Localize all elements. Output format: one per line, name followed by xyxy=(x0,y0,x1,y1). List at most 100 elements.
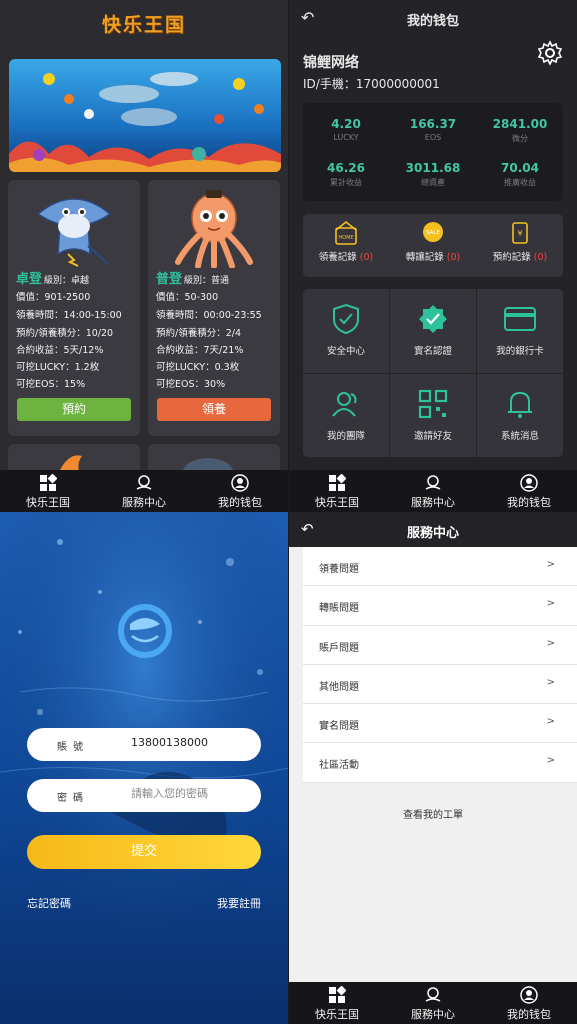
user-name: 锦鲤网络 xyxy=(303,55,359,71)
feature-grid: 安全中心 實名認證 我的銀行卡 我的團隊 邀請好友 系統消息 xyxy=(303,289,563,457)
octopus-mascot xyxy=(148,184,280,269)
stat-promo-income: 70.04 推廣收益 xyxy=(501,161,539,187)
bottom-tab-bar: 快乐王国 服務中心 我的钱包 xyxy=(289,470,577,512)
hand-coin-icon xyxy=(136,475,152,490)
transfer-records[interactable]: SALE 轉讓記錄 (0) xyxy=(390,220,476,263)
ocean-background xyxy=(0,512,288,1024)
pet-card-2: 普登 級別：普通 價值：50-300 領養時間：00:00-23:55 預約/領養… xyxy=(148,180,280,436)
aquarium-banner[interactable] xyxy=(9,59,281,172)
card-level: 級別：普通 xyxy=(184,276,230,286)
card-lucky: 可挖LUCKY：0.3枚 xyxy=(156,362,240,373)
manta-ray-mascot xyxy=(8,184,140,268)
user-icon xyxy=(231,474,249,492)
gear-icon[interactable] xyxy=(537,40,563,69)
user-id: ID/手機：17000000001 xyxy=(303,77,440,91)
faq-item-adopt[interactable]: 領養問題 > xyxy=(303,547,577,587)
view-tickets-link[interactable]: 查看我的工單 xyxy=(289,806,577,821)
sale-badge-icon: SALE xyxy=(423,222,443,242)
card-level: 級別：卓越 xyxy=(44,276,90,286)
card-points: 預約/領養積分：10/20 xyxy=(16,328,114,339)
chevron-right-icon: > xyxy=(546,598,555,610)
hand-coin-icon xyxy=(425,987,441,1002)
grid-security-center[interactable]: 安全中心 xyxy=(303,289,389,373)
svg-text:HOME: HOME xyxy=(338,235,353,241)
svg-text:¥: ¥ xyxy=(517,229,522,238)
bell-icon xyxy=(508,391,532,418)
submit-button[interactable]: 提交 xyxy=(27,835,261,869)
wallet-screen: ↶ 我的钱包 锦鲤网络 ID/手機：17000000001 4.20 LUCKY … xyxy=(289,0,577,512)
asset-stats: 4.20 LUCKY 166.37 EOS 2841.00 微分 46.26 累計收益 … xyxy=(303,103,563,201)
adopt-button[interactable]: 領養 xyxy=(157,398,271,421)
faq-item-other[interactable]: 其他問題 > xyxy=(303,665,577,705)
tab-kingdom[interactable]: 快乐王国 xyxy=(289,470,385,512)
faq-item-transfer[interactable]: 轉賬問題 > xyxy=(303,586,577,626)
tab-service[interactable]: 服務中心 xyxy=(96,470,192,512)
grid-icon xyxy=(40,474,57,491)
grid-my-team[interactable]: 我的團隊 xyxy=(303,374,389,458)
hand-coin-icon xyxy=(425,475,441,490)
stat-points: 2841.00 微分 xyxy=(492,117,548,143)
faq-item-account[interactable]: 賬戶問題 > xyxy=(303,626,577,665)
chevron-right-icon: > xyxy=(546,637,555,649)
card-eos: 可挖EOS：30% xyxy=(156,379,226,390)
bottom-tab-bar: 快乐王国 服務中心 我的钱包 xyxy=(0,470,288,512)
stat-total-assets: 3011.68 總資產 xyxy=(405,161,461,187)
tab-wallet[interactable]: 我的钱包 xyxy=(192,470,288,512)
chevron-right-icon: > xyxy=(546,559,555,570)
card-time: 領養時間：00:00-23:55 xyxy=(156,310,262,321)
app-title: 快乐王国 xyxy=(101,14,186,36)
grid-bank-card[interactable]: 我的銀行卡 xyxy=(477,289,563,373)
kingdom-screen: 快乐王国 卓登 級別：卓越 價值：901-2500 領養時間：14:00-15:… xyxy=(0,0,288,512)
reserve-button[interactable]: 預約 xyxy=(17,398,131,421)
bottom-tab-bar: 快乐王国 服務中心 我的钱包 xyxy=(289,982,577,1024)
credit-card-icon xyxy=(504,307,536,331)
stat-total-income: 46.26 累計收益 xyxy=(327,161,365,187)
tab-service[interactable]: 服務中心 xyxy=(385,470,481,512)
card-eos: 可挖EOS：15% xyxy=(16,379,86,390)
user-icon xyxy=(520,986,538,1004)
account-label: 賬號 xyxy=(57,742,89,753)
password-field[interactable]: 密碼 xyxy=(27,779,261,812)
shield-check-icon xyxy=(333,303,359,335)
faq-item-community[interactable]: 社區活動 > xyxy=(303,743,577,783)
reserve-records[interactable]: ¥ 預約記錄 (0) xyxy=(477,220,563,263)
tab-kingdom[interactable]: 快乐王国 xyxy=(0,470,96,512)
svg-text:SALE: SALE xyxy=(426,230,440,236)
card-price: 價值：50-300 xyxy=(156,292,219,303)
verified-badge-icon xyxy=(419,305,447,333)
records-bar: HOME 領養記錄 (0) SALE 轉讓記錄 (0) ¥ 預約記錄 (0) xyxy=(303,214,563,277)
tab-wallet[interactable]: 我的钱包 xyxy=(481,470,577,512)
page-title: 我的钱包 xyxy=(406,14,459,29)
qr-code-icon xyxy=(418,389,448,419)
service-screen: ↶ 服務中心 領養問題 > 轉賬問題 > 賬戶問題 > 其他問題 > 實名問題 > 社區活… xyxy=(289,512,577,1024)
grid-verification[interactable]: 實名認證 xyxy=(390,289,476,373)
grid-icon xyxy=(329,474,346,491)
user-icon xyxy=(520,474,538,492)
account-field[interactable]: 賬號 xyxy=(27,728,261,761)
adopt-records[interactable]: HOME 領養記錄 (0) xyxy=(303,220,389,263)
password-label: 密碼 xyxy=(57,793,89,804)
stat-lucky: 4.20 LUCKY xyxy=(331,117,361,142)
register-link[interactable]: 我要註冊 xyxy=(217,895,261,911)
card-name: 普登 xyxy=(156,272,183,287)
tab-wallet[interactable]: 我的钱包 xyxy=(481,982,577,1024)
grid-icon xyxy=(329,986,346,1003)
home-box-icon: HOME xyxy=(335,220,357,245)
card-price: 價值：901-2500 xyxy=(16,292,91,303)
tab-kingdom[interactable]: 快乐王国 xyxy=(289,982,385,1024)
password-input[interactable] xyxy=(131,787,255,800)
card-name: 卓登 xyxy=(16,272,43,287)
faq-item-verification[interactable]: 實名問題 > xyxy=(303,704,577,744)
account-input[interactable] xyxy=(131,736,255,749)
page-title: 服務中心 xyxy=(406,526,459,541)
chevron-right-icon: > xyxy=(546,716,555,728)
grid-system-messages[interactable]: 系統消息 xyxy=(477,374,563,458)
forgot-password-link[interactable]: 忘記密碼 xyxy=(27,895,71,911)
card-points: 預約/領養積分：2/4 xyxy=(156,328,241,339)
faq-list: 領養問題 > 轉賬問題 > 賬戶問題 > 其他問題 > 實名問題 > 社區活動 > xyxy=(303,547,577,783)
pet-card-1: 卓登 級別：卓越 價值：901-2500 領養時間：14:00-15:00 預約/… xyxy=(8,180,140,436)
tab-service[interactable]: 服務中心 xyxy=(385,982,481,1024)
card-yield: 合約收益：7天/21% xyxy=(156,345,244,356)
login-screen: 賬號 密碼 提交 忘記密碼 我要註冊 xyxy=(0,512,288,1024)
grid-invite-friends[interactable]: 邀請好友 xyxy=(390,374,476,458)
